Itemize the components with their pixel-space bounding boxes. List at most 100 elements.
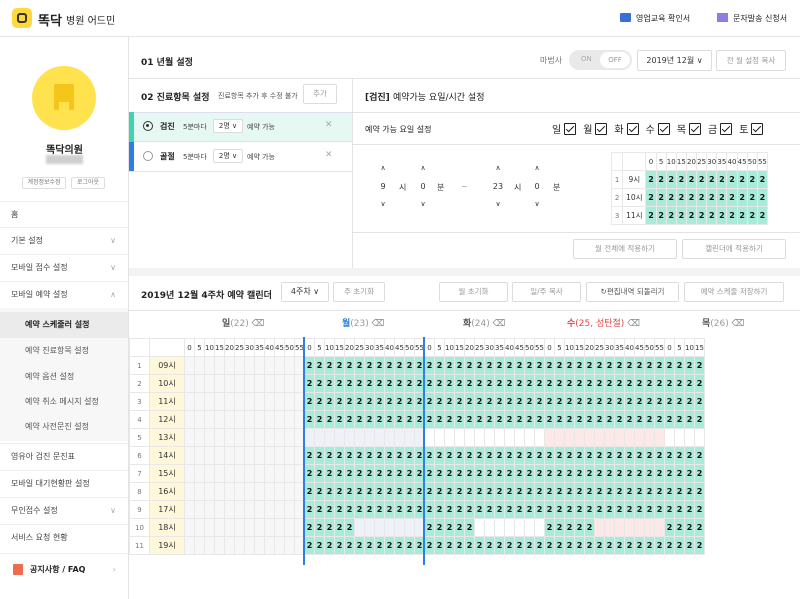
slot-cell[interactable]: 2: [324, 536, 335, 555]
empty-slot[interactable]: [284, 482, 295, 501]
slot-cell[interactable]: 2: [544, 500, 555, 519]
slot-cell[interactable]: 2: [554, 392, 565, 411]
slot-cell[interactable]: 2: [694, 518, 705, 537]
slot-cell[interactable]: 2: [424, 446, 435, 465]
slot-cell[interactable]: 2: [574, 518, 585, 537]
slot-cell[interactable]: 2: [584, 410, 595, 429]
slot-cell[interactable]: 2: [324, 410, 335, 429]
empty-slot[interactable]: [524, 518, 535, 537]
slot-cell[interactable]: 2: [624, 536, 635, 555]
slot-cell[interactable]: 2: [424, 482, 435, 501]
slot-cell[interactable]: 2: [634, 356, 645, 375]
slot-cell[interactable]: 2: [334, 536, 345, 555]
slot-cell[interactable]: 2: [314, 518, 325, 537]
empty-slot[interactable]: [224, 536, 235, 555]
slot-cell[interactable]: 2: [654, 410, 665, 429]
slot-cell[interactable]: 2: [716, 188, 728, 207]
slot-cell[interactable]: 2: [464, 500, 475, 519]
empty-slot[interactable]: [234, 482, 245, 501]
slot-cell[interactable]: 2: [364, 356, 375, 375]
slot-cell[interactable]: 2: [474, 464, 485, 483]
slot-cell[interactable]: 2: [574, 374, 585, 393]
slot-cell[interactable]: 2: [464, 410, 475, 429]
slot-cell[interactable]: 2: [474, 392, 485, 411]
empty-slot[interactable]: [224, 374, 235, 393]
slot-cell[interactable]: 2: [484, 410, 495, 429]
slot-cell[interactable]: 2: [594, 482, 605, 501]
checkbox-checked-icon[interactable]: [720, 123, 733, 135]
empty-slot[interactable]: [494, 518, 505, 537]
empty-slot[interactable]: [244, 356, 255, 375]
empty-slot[interactable]: [224, 446, 235, 465]
nav-mobile-receipt[interactable]: 모바일 접수 설정 ∨: [0, 254, 128, 280]
item-radio-selected[interactable]: [143, 121, 153, 131]
empty-slot[interactable]: [204, 464, 215, 483]
empty-slot[interactable]: [374, 428, 385, 447]
slot-cell[interactable]: 2: [324, 392, 335, 411]
empty-slot[interactable]: [524, 428, 535, 447]
empty-slot[interactable]: [244, 464, 255, 483]
slot-cell[interactable]: 2: [604, 536, 615, 555]
slot-cell[interactable]: 2: [454, 464, 465, 483]
slot-cell[interactable]: 2: [645, 188, 657, 207]
slot-cell[interactable]: 2: [524, 446, 535, 465]
empty-slot[interactable]: [214, 518, 225, 537]
slot-cell[interactable]: 2: [654, 482, 665, 501]
slot-cell[interactable]: 2: [354, 464, 365, 483]
nav-basic[interactable]: 기본 설정 ∨: [0, 227, 128, 253]
empty-slot[interactable]: [634, 518, 645, 537]
slot-cell[interactable]: 2: [444, 464, 455, 483]
slot-cell[interactable]: 2: [684, 500, 695, 519]
save-schedule-button[interactable]: 예약 스케줄 저장하기: [684, 282, 784, 302]
empty-slot[interactable]: [284, 464, 295, 483]
slot-cell[interactable]: 2: [524, 374, 535, 393]
empty-slot[interactable]: [274, 518, 285, 537]
slot-cell[interactable]: 2: [474, 536, 485, 555]
slot-cell[interactable]: 2: [644, 482, 655, 501]
slot-cell[interactable]: 2: [534, 464, 545, 483]
slot-cell[interactable]: 2: [364, 500, 375, 519]
empty-slot[interactable]: [354, 428, 365, 447]
slot-cell[interactable]: 2: [534, 500, 545, 519]
slot-cell[interactable]: 2: [514, 446, 525, 465]
slot-cell[interactable]: 2: [384, 392, 395, 411]
subnav-cancel-msg[interactable]: 예약 취소 메시지 설정: [0, 389, 128, 415]
slot-cell[interactable]: 2: [614, 536, 625, 555]
slot-cell[interactable]: 2: [524, 392, 535, 411]
slot-cell[interactable]: 2: [665, 170, 677, 189]
slot-cell[interactable]: 2: [474, 500, 485, 519]
slot-cell[interactable]: 2: [584, 518, 595, 537]
slot-cell[interactable]: 2: [504, 356, 515, 375]
slot-cell[interactable]: 2: [324, 446, 335, 465]
slot-cell[interactable]: 2: [324, 464, 335, 483]
slot-cell[interactable]: 2: [404, 536, 415, 555]
slot-cell[interactable]: 2: [594, 392, 605, 411]
weekday-check-6[interactable]: 토: [739, 123, 764, 136]
slot-cell[interactable]: 2: [434, 446, 445, 465]
slot-cell[interactable]: 2: [644, 536, 655, 555]
slot-cell[interactable]: 2: [674, 446, 685, 465]
empty-slot[interactable]: [264, 536, 275, 555]
slot-cell[interactable]: 2: [314, 374, 325, 393]
slot-cell[interactable]: 2: [694, 482, 705, 501]
empty-slot[interactable]: [254, 428, 265, 447]
slot-cell[interactable]: 2: [504, 500, 515, 519]
empty-slot[interactable]: [274, 428, 285, 447]
slot-cell[interactable]: 2: [444, 482, 455, 501]
empty-slot[interactable]: [484, 428, 495, 447]
checkbox-checked-icon[interactable]: [595, 123, 608, 135]
empty-slot[interactable]: [634, 428, 645, 447]
slot-cell[interactable]: 2: [644, 464, 655, 483]
empty-slot[interactable]: [504, 518, 515, 537]
slot-cell[interactable]: 2: [674, 410, 685, 429]
empty-slot[interactable]: [194, 518, 205, 537]
empty-slot[interactable]: [324, 428, 335, 447]
slot-cell[interactable]: 2: [494, 464, 505, 483]
slot-cell[interactable]: 2: [726, 206, 738, 225]
slot-cell[interactable]: 2: [564, 356, 575, 375]
slot-cell[interactable]: 2: [444, 410, 455, 429]
empty-slot[interactable]: [344, 428, 355, 447]
slot-cell[interactable]: 2: [665, 206, 677, 225]
chevron-down-icon[interactable]: ∨: [491, 200, 505, 208]
undo-button[interactable]: ↻편집내역 되돌리기: [586, 282, 679, 302]
